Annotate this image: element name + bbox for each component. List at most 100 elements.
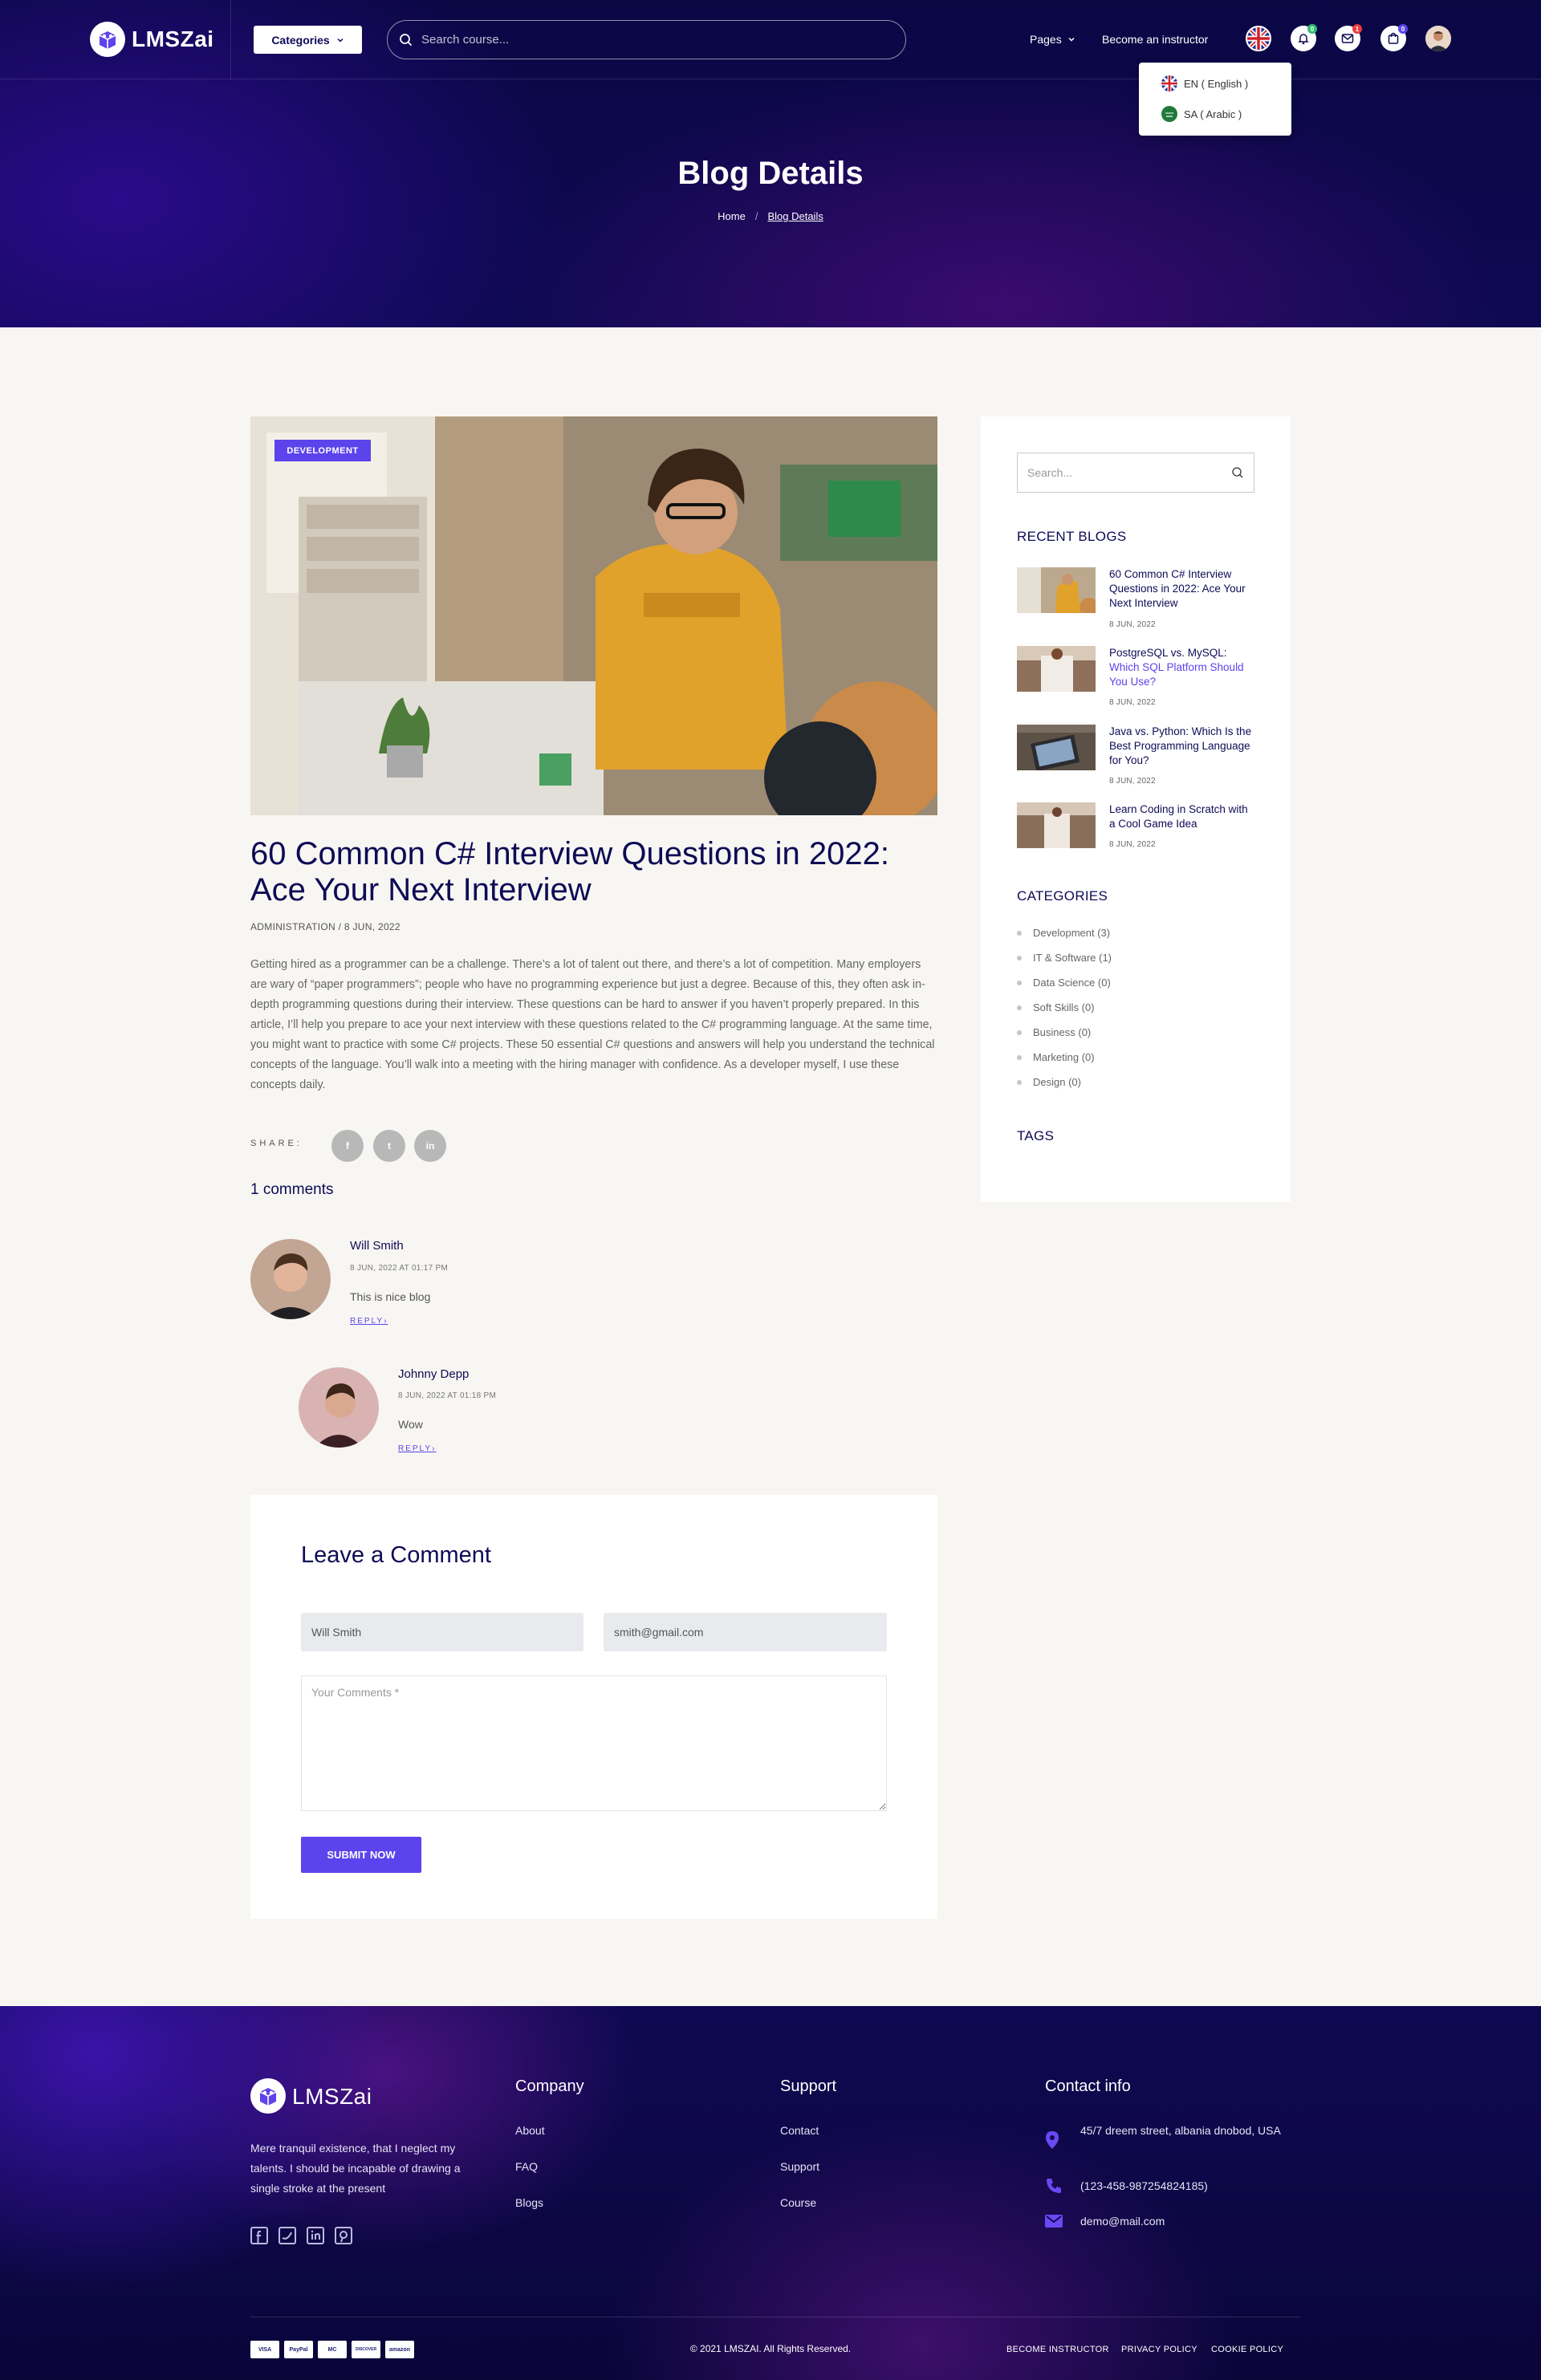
- recent-blog-title-part: Which SQL Platform Should You Use?: [1109, 661, 1244, 688]
- category-item[interactable]: Data Science (0): [1017, 977, 1111, 989]
- category-label: Development (3): [1033, 927, 1111, 939]
- email-field[interactable]: [604, 1613, 887, 1651]
- bullet: [1017, 1054, 1022, 1060]
- language-flag-icon[interactable]: [1246, 26, 1271, 51]
- footer-link-blogs[interactable]: Blogs: [515, 2196, 543, 2209]
- blog-search-input[interactable]: [1027, 466, 1220, 479]
- reply-link[interactable]: REPLY›: [398, 1444, 436, 1453]
- reply-label: REPLY: [350, 1317, 384, 1326]
- recent-blog-date: 8 JUN, 2022: [1109, 840, 1156, 849]
- language-dropdown: EN ( English ) SA ( Arabic ): [1139, 63, 1291, 136]
- breadcrumb-current[interactable]: Blog Details: [767, 210, 823, 222]
- recent-blog-thumbnail[interactable]: [1017, 646, 1096, 692]
- recent-blog-title[interactable]: PostgreSQL vs. MySQL: Which SQL Platform…: [1109, 646, 1254, 689]
- name-field[interactable]: [301, 1613, 583, 1651]
- category-label: Data Science (0): [1033, 977, 1111, 989]
- footer-link-about[interactable]: About: [515, 2124, 545, 2137]
- brand-name[interactable]: LMSZai: [132, 26, 214, 52]
- category-item[interactable]: Soft Skills (0): [1017, 1001, 1095, 1013]
- post-meta: ADMINISTRATION / 8 JUN, 2022: [250, 921, 400, 932]
- blog-search[interactable]: [1017, 453, 1254, 493]
- bullet: [1017, 1005, 1022, 1010]
- linkedin-icon[interactable]: [307, 2227, 324, 2248]
- footer-link-faq[interactable]: FAQ: [515, 2160, 538, 2173]
- category-item[interactable]: Design (0): [1017, 1076, 1081, 1088]
- category-label: Marketing (0): [1033, 1051, 1095, 1063]
- facebook-share-icon[interactable]: f: [331, 1130, 364, 1162]
- language-option-sa[interactable]: SA ( Arabic ): [1161, 106, 1242, 122]
- pinterest-icon[interactable]: [335, 2227, 352, 2248]
- reply-link[interactable]: REPLY›: [350, 1317, 388, 1326]
- footer-link-contact[interactable]: Contact: [780, 2124, 819, 2137]
- comments-count: 1 comments: [250, 1181, 334, 1198]
- comment-textarea[interactable]: [301, 1675, 887, 1811]
- breadcrumb-separator: /: [754, 210, 758, 222]
- recent-blog-title[interactable]: Java vs. Python: Which Is the Best Progr…: [1109, 725, 1254, 768]
- category-item[interactable]: Business (0): [1017, 1026, 1091, 1038]
- bullet: [1017, 955, 1022, 961]
- share-label: SHARE:: [250, 1139, 303, 1148]
- recent-blog-thumbnail[interactable]: [1017, 567, 1096, 613]
- footer-privacy-link[interactable]: PRIVACY POLICY: [1121, 2345, 1197, 2354]
- footer-address: 45/7 dreem street, albania dnobod, USA: [1080, 2124, 1281, 2137]
- breadcrumb-home[interactable]: Home: [718, 210, 746, 222]
- page-title: Blog Details: [677, 156, 864, 191]
- category-label: Business (0): [1033, 1026, 1092, 1038]
- email-icon: [1045, 2215, 1063, 2232]
- reply-label: REPLY: [398, 1444, 433, 1453]
- recent-blogs-heading: RECENT BLOGS: [1017, 529, 1127, 544]
- cart-badge: 0: [1398, 24, 1408, 34]
- uk-flag-icon: [1161, 75, 1177, 91]
- footer-cookie-link[interactable]: COOKIE POLICY: [1211, 2345, 1283, 2354]
- language-option-label: EN ( English ): [1184, 77, 1249, 90]
- category-item[interactable]: Development (3): [1017, 927, 1110, 939]
- sa-flag-icon: [1161, 106, 1177, 122]
- recent-blog-thumbnail[interactable]: [1017, 802, 1096, 848]
- chevron-down-icon: [1068, 37, 1075, 42]
- messages-badge: 1: [1352, 24, 1362, 34]
- course-search[interactable]: [387, 20, 906, 59]
- submit-comment-button[interactable]: SUBMIT NOW: [301, 1837, 421, 1873]
- location-pin-icon: [1045, 2130, 1059, 2154]
- recent-blog-thumbnail[interactable]: [1017, 725, 1096, 770]
- twitter-icon[interactable]: [279, 2227, 296, 2248]
- categories-button[interactable]: Categories: [254, 26, 362, 54]
- footer-link-course[interactable]: Course: [780, 2196, 816, 2209]
- facebook-icon[interactable]: [250, 2227, 268, 2248]
- post-category-tag[interactable]: DEVELOPMENT: [274, 440, 371, 461]
- category-label: IT & Software (1): [1033, 952, 1112, 964]
- comment-form-title: Leave a Comment: [301, 1542, 491, 1568]
- brand-logo-icon[interactable]: [90, 22, 125, 57]
- course-search-input[interactable]: [421, 33, 871, 47]
- copyright: © 2021 LMSZAI. All Rights Reserved.: [689, 2343, 852, 2354]
- linkedin-share-icon[interactable]: in: [414, 1130, 446, 1162]
- search-icon[interactable]: [1231, 466, 1244, 479]
- category-item[interactable]: Marketing (0): [1017, 1051, 1095, 1063]
- comment-date: 8 JUN, 2022 AT 01:18 PM: [398, 1391, 497, 1400]
- footer-company-heading: Company: [515, 2077, 584, 2095]
- chevron-down-icon: [337, 38, 344, 43]
- footer-link-support[interactable]: Support: [780, 2160, 819, 2173]
- pages-label: Pages: [1030, 33, 1062, 46]
- become-instructor-link[interactable]: Become an instructor: [1102, 33, 1208, 46]
- recent-blog-title[interactable]: Learn Coding in Scratch with a Cool Game…: [1109, 802, 1254, 831]
- comment-author: Will Smith: [350, 1239, 404, 1253]
- language-option-en[interactable]: EN ( English ): [1161, 75, 1248, 91]
- site-footer: [0, 2006, 1541, 2380]
- footer-become-instructor-link[interactable]: BECOME INSTRUCTOR: [1006, 2345, 1109, 2354]
- category-item[interactable]: IT & Software (1): [1017, 952, 1112, 964]
- pages-menu[interactable]: Pages: [1030, 33, 1075, 46]
- comment-text: Wow: [398, 1418, 423, 1431]
- post-body: Getting hired as a programmer can be a c…: [250, 958, 935, 1091]
- post-title: 60 Common C# Interview Questions in 2022…: [250, 836, 889, 908]
- recent-blog-title[interactable]: 60 Common C# Interview Questions in 2022…: [1109, 567, 1254, 611]
- user-avatar[interactable]: [1425, 26, 1451, 51]
- commenter-avatar: [250, 1239, 331, 1319]
- twitter-share-icon[interactable]: t: [373, 1130, 405, 1162]
- comment-text: This is nice blog: [350, 1290, 431, 1303]
- footer-logo-icon[interactable]: [250, 2078, 286, 2114]
- footer-support-heading: Support: [780, 2077, 837, 2095]
- categories-label: Categories: [271, 33, 330, 47]
- bullet: [1017, 980, 1022, 985]
- footer-brand-name[interactable]: LMSZai: [292, 2084, 372, 2110]
